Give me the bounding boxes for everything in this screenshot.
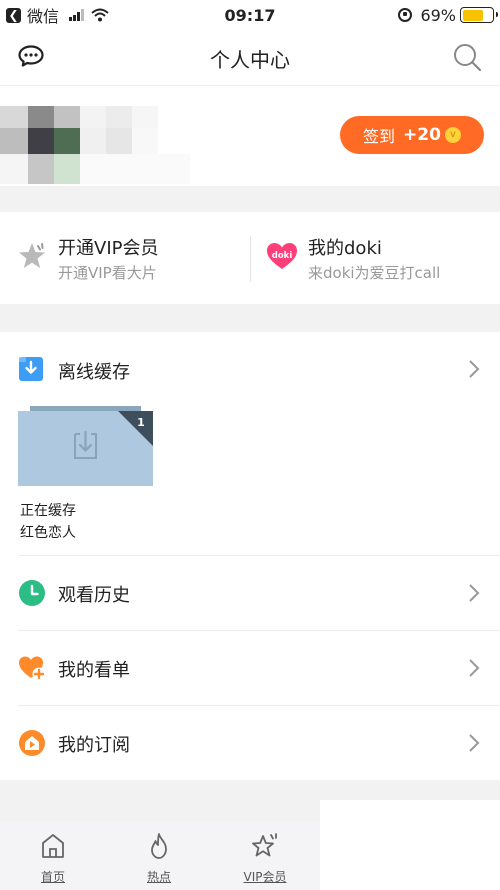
flame-icon [151,833,167,859]
vip-subtitle: 开通VIP看大片 [58,264,157,282]
caching-video-card[interactable]: 1 [18,406,153,486]
tab-vip[interactable]: VIP会员 [212,822,318,890]
signal-icon [69,9,85,21]
rotation-lock-icon [398,8,413,22]
doki-subtitle: 来doki为爱豆打call [308,264,441,282]
doki-icon: doki [267,243,297,269]
signin-bonus: +20 [403,125,441,145]
avatar[interactable] [0,106,190,190]
doki-title: 我的doki [308,238,382,259]
tab-hot[interactable]: 热点 [106,822,212,890]
vip-doki-section: 开通VIP会员 开通VIP看大片 doki 我的doki 来doki为爱豆打ca… [0,212,500,304]
subscriptions-label: 我的订阅 [58,735,130,756]
watchlist-label: 我的看单 [58,660,130,681]
menu-list: 离线缓存 1 正在缓存 红色恋人 观看历史 我的看单 我的订阅 [0,332,500,780]
subscriptions-row[interactable]: 我的订阅 [0,706,500,780]
bottom-blank-area [320,800,500,890]
signin-label: 签到 [363,127,396,146]
my-doki-entry[interactable]: doki 我的doki 来doki为爱豆打call [250,212,500,304]
doki-logo-text: doki [272,251,293,261]
back-arrow-icon[interactable]: ❮ [6,7,21,23]
offline-cache-label: 离线缓存 [58,362,130,383]
clock-icon [19,580,45,606]
search-icon[interactable] [452,42,482,72]
chevron-right-icon [469,659,480,677]
offline-cache-row[interactable]: 离线缓存 [0,332,500,406]
download-icon [19,357,43,381]
open-vip-entry[interactable]: 开通VIP会员 开通VIP看大片 [0,212,250,304]
heart-plus-icon [19,656,46,681]
battery-icon [460,7,498,23]
subscription-play-icon [19,730,45,756]
wifi-icon [91,8,109,22]
battery-percent: 69% [420,5,456,25]
page-title: 个人中心 [210,48,290,72]
status-bar: ❮ 微信 09:17 69% [0,0,500,30]
back-app-label[interactable]: 微信 [27,3,59,27]
tab-hot-label: 热点 [146,870,171,884]
vip-star-icon [252,833,277,857]
cache-title: 红色恋人 [20,525,76,541]
tab-home-label: 首页 [40,870,65,884]
bottom-tab-bar: 首页 热点 VIP会员 [0,822,320,890]
chevron-right-icon [469,734,480,752]
vip-star-icon [19,243,45,268]
watch-history-row[interactable]: 观看历史 [0,556,500,630]
watch-history-label: 观看历史 [58,585,130,606]
cache-status: 正在缓存 [20,503,76,519]
signin-button[interactable]: 签到 +20 v [340,116,484,154]
chevron-right-icon [469,584,480,602]
chevron-right-icon [469,360,480,378]
cache-count-badge: 1 [137,416,145,429]
page-header: 个人中心 [0,30,500,86]
tab-vip-label: VIP会员 [243,870,287,884]
vip-title: 开通VIP会员 [58,238,159,259]
profile-card: 签到 +20 v [0,86,500,186]
watchlist-row[interactable]: 我的看单 [0,631,500,705]
coin-icon: v [444,127,461,143]
tab-home[interactable]: 首页 [0,822,106,890]
home-icon [42,834,64,858]
